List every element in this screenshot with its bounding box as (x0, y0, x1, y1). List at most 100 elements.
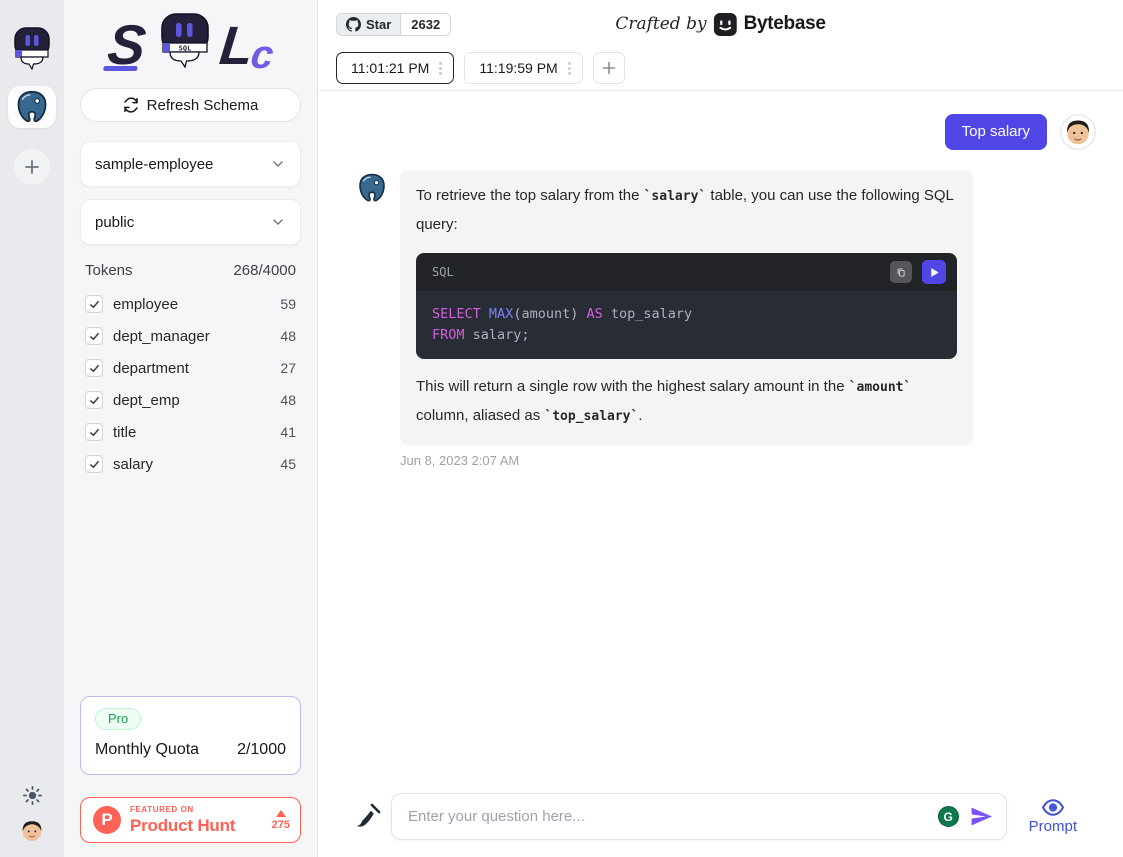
prompt-label: Prompt (1029, 818, 1077, 835)
tokens-value: 268/4000 (233, 262, 296, 279)
grammarly-icon[interactable]: G (938, 806, 959, 827)
inline-code: `top_salary` (544, 409, 638, 424)
upvote-triangle-icon (276, 810, 286, 817)
postgres-icon (14, 89, 50, 125)
text-segment: This will return a single row with the h… (416, 378, 849, 395)
table-checkbox[interactable] (85, 359, 103, 377)
table-name: salary (113, 456, 280, 473)
schema-select[interactable]: public (80, 199, 301, 245)
table-token-count: 48 (280, 392, 296, 408)
new-conversation-button[interactable] (593, 52, 625, 84)
account-avatar[interactable] (18, 817, 46, 845)
postgres-avatar (356, 172, 388, 204)
sidebar: S SQL L c (64, 0, 318, 857)
bytebase-wordmark: Bytebase (744, 13, 826, 35)
assistant-message-row: To retrieve the top salary from the `sal… (356, 170, 1096, 468)
text-segment: column, aliased as (416, 407, 544, 424)
table-list: employee59dept_manager48department27dept… (80, 288, 301, 480)
inline-code: `amount` (849, 380, 912, 395)
tab-label: 11:19:59 PM (479, 60, 557, 76)
tokens-label: Tokens (85, 262, 133, 279)
github-star-button[interactable]: Star 2632 (336, 13, 451, 36)
assistant-paragraph: This will return a single row with the h… (416, 373, 957, 431)
prompt-button[interactable]: Prompt (1023, 797, 1083, 836)
text-segment: To retrieve the top salary from the (416, 187, 644, 204)
crafted-by-link[interactable]: Crafted by Bytebase (615, 13, 825, 36)
database-select[interactable]: sample-employee (80, 141, 301, 187)
code-block-header: SQL (416, 253, 957, 291)
quota-card[interactable]: Pro Monthly Quota 2/1000 (80, 696, 301, 775)
sqlchat-bot-icon[interactable] (12, 26, 52, 73)
table-checkbox[interactable] (85, 423, 103, 441)
table-name: dept_emp (113, 392, 280, 409)
eye-icon (1041, 798, 1065, 817)
logo-letter-c: c (248, 33, 275, 77)
chat-area: Top salary To retr (318, 91, 1123, 793)
table-row: title41 (80, 416, 301, 448)
product-hunt-name: Product Hunt (130, 817, 263, 834)
table-token-count: 45 (280, 456, 296, 472)
question-input-wrap[interactable]: G (391, 793, 1007, 840)
tab-menu-icon[interactable] (565, 60, 574, 77)
quota-label: Monthly Quota (95, 741, 199, 759)
assistant-message-bubble: To retrieve the top salary from the `sal… (400, 170, 973, 445)
code-line: FROM salary; (432, 325, 941, 346)
sqlchat-app: S SQL L c (0, 0, 1123, 857)
table-row: dept_emp48 (80, 384, 301, 416)
star-label: Star (366, 17, 391, 32)
table-name: title (113, 424, 280, 441)
tab-label: 11:01:21 PM (351, 60, 429, 76)
upvote-count: 275 (272, 810, 290, 831)
copy-code-button[interactable] (890, 261, 912, 283)
table-row: employee59 (80, 288, 301, 320)
upvote-number: 275 (272, 819, 290, 831)
add-connection-button[interactable] (14, 149, 50, 185)
product-hunt-text: FEATURED ON Product Hunt (130, 806, 263, 834)
featured-on-label: FEATURED ON (130, 806, 263, 814)
play-icon (929, 267, 940, 278)
send-button[interactable] (969, 804, 1006, 829)
theme-toggle-button[interactable] (22, 785, 43, 806)
table-row: dept_manager48 (80, 320, 301, 352)
table-checkbox[interactable] (85, 327, 103, 345)
clear-conversation-button[interactable] (355, 802, 382, 831)
message-timestamp: Jun 8, 2023 2:07 AM (400, 453, 973, 468)
table-checkbox[interactable] (85, 455, 103, 473)
user-message-bubble: Top salary (945, 114, 1047, 150)
chat-header: Star 2632 Crafted by Bytebase 11:01: (318, 0, 1123, 91)
connection-postgres-active[interactable] (8, 86, 56, 128)
product-hunt-badge[interactable]: P FEATURED ON Product Hunt 275 (80, 797, 301, 843)
product-hunt-logo-icon: P (93, 806, 121, 834)
table-token-count: 59 (280, 296, 296, 312)
bytebase-logo-icon (714, 13, 737, 36)
refresh-schema-button[interactable]: Refresh Schema (80, 88, 301, 122)
refresh-schema-label: Refresh Schema (147, 97, 259, 114)
user-avatar (1060, 114, 1096, 150)
table-checkbox[interactable] (85, 295, 103, 313)
table-token-count: 41 (280, 424, 296, 440)
table-checkbox[interactable] (85, 391, 103, 409)
user-face-icon (18, 817, 46, 845)
refresh-icon (123, 97, 139, 113)
pro-badge: Pro (95, 708, 141, 730)
table-row: department27 (80, 352, 301, 384)
tokens-row: Tokens 268/4000 (85, 262, 296, 279)
table-name: department (113, 360, 280, 377)
table-token-count: 27 (280, 360, 296, 376)
tab-menu-icon[interactable] (436, 60, 445, 77)
broom-icon (355, 802, 382, 831)
question-input[interactable] (392, 808, 938, 825)
sqlchat-logo: S SQL L c (80, 2, 301, 88)
user-message-row: Top salary (356, 114, 1096, 150)
logo-band-text: SQL (178, 44, 191, 52)
database-select-value: sample-employee (95, 156, 213, 173)
chat-tab[interactable]: 11:01:21 PM (336, 52, 454, 84)
sidebar-spacer (80, 480, 301, 696)
text-segment: . (638, 407, 642, 424)
table-row: salary45 (80, 448, 301, 480)
sql-code-block: SQL (416, 253, 957, 359)
run-query-button[interactable] (922, 260, 946, 284)
sun-icon (22, 785, 43, 806)
chat-tab[interactable]: 11:19:59 PM (464, 52, 582, 84)
star-count: 2632 (401, 14, 450, 35)
